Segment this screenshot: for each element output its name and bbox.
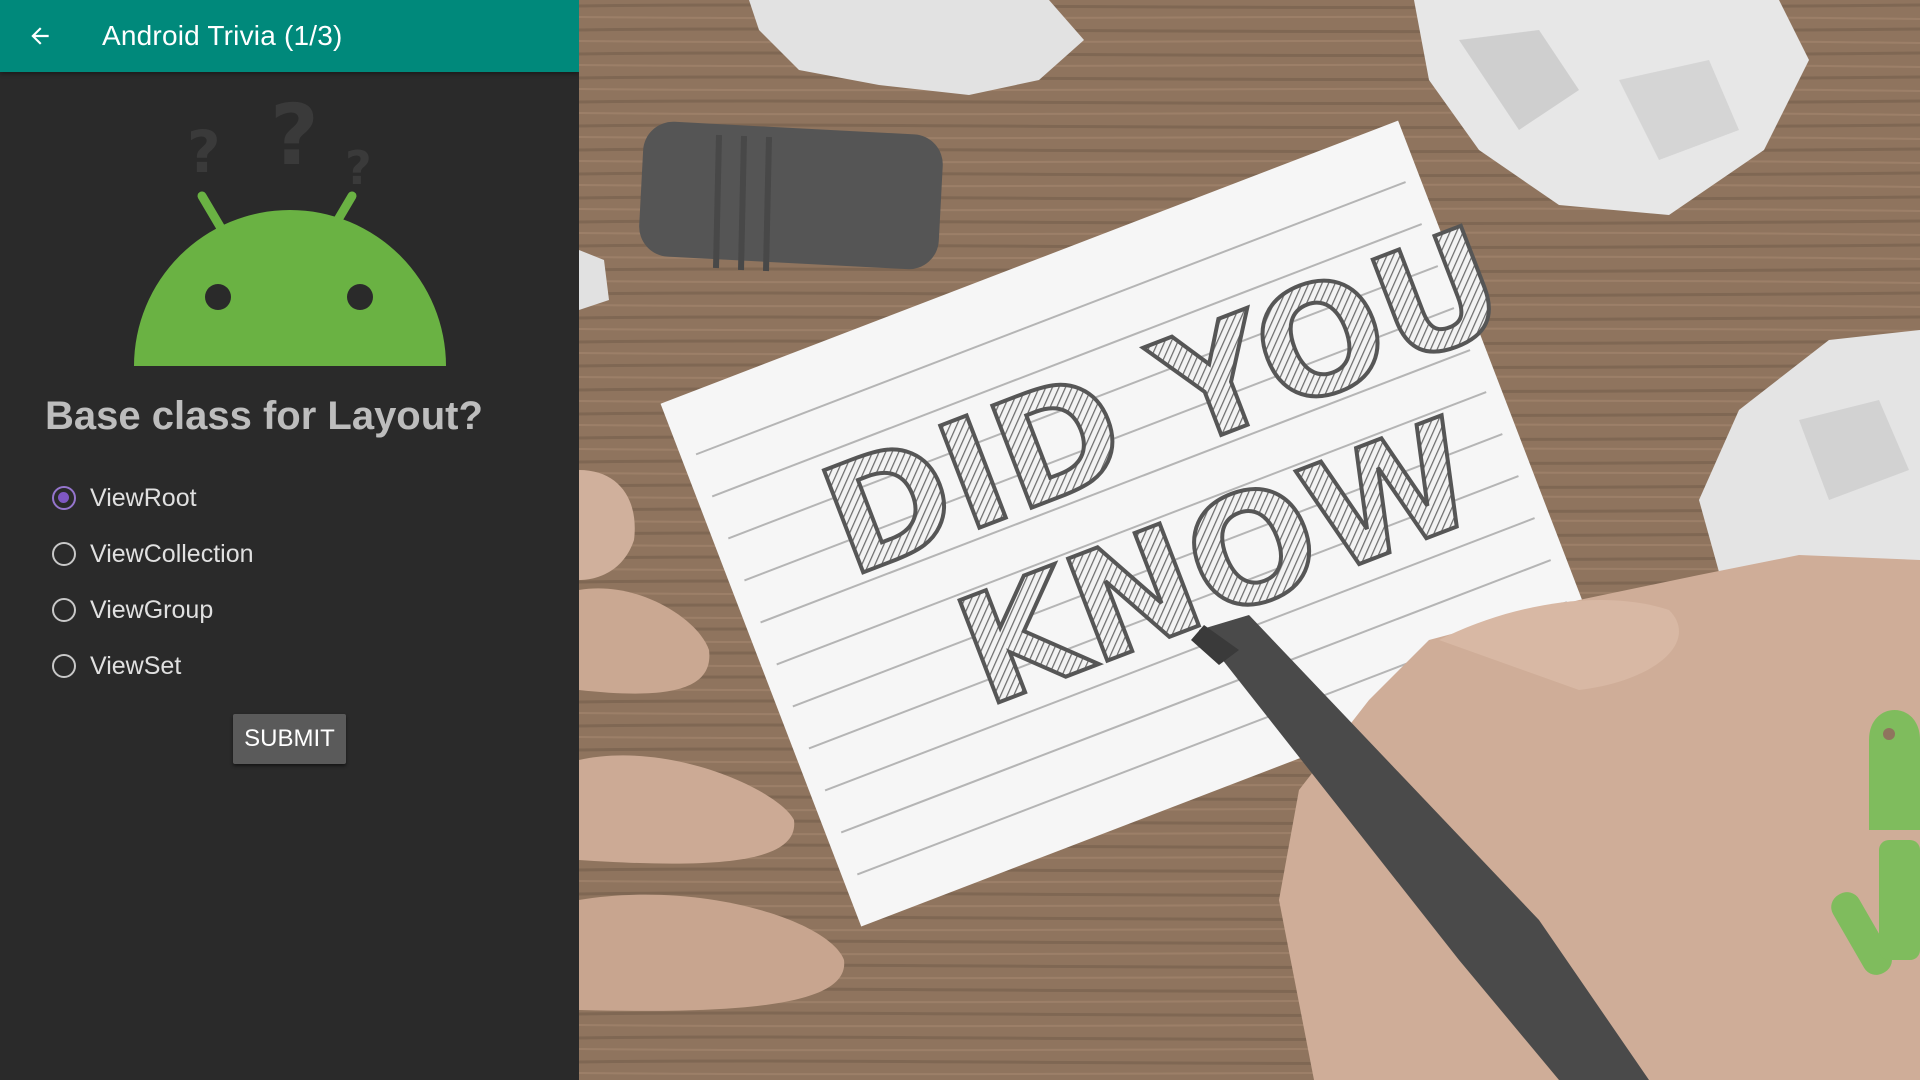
radio-button[interactable]: [52, 542, 76, 566]
android-thinking-icon: ? ? ?: [134, 92, 446, 366]
radio-button-checked[interactable]: [52, 486, 76, 510]
answer-option-label: ViewGroup: [90, 595, 214, 624]
answer-option-viewgroup[interactable]: ViewGroup: [52, 582, 254, 638]
app-bar: Android Trivia (1/3): [0, 0, 579, 72]
answer-option-label: ViewSet: [90, 651, 182, 680]
answer-option-label: ViewCollection: [90, 539, 254, 568]
answer-option-viewcollection[interactable]: ViewCollection: [52, 526, 254, 582]
app-title: Android Trivia (1/3): [102, 20, 343, 51]
did-you-know-photo: DID YOU KNOW: [579, 0, 1920, 1080]
svg-text:?: ?: [270, 92, 319, 184]
arrow-back-icon: [31, 27, 49, 45]
submit-button[interactable]: SUBMIT: [233, 714, 346, 764]
question-text: Base class for Layout?: [45, 394, 483, 438]
answer-radio-group: ViewRoot ViewCollection ViewGroup ViewSe…: [52, 470, 254, 694]
back-button[interactable]: [20, 16, 60, 56]
radio-button[interactable]: [52, 654, 76, 678]
radio-button[interactable]: [52, 598, 76, 622]
svg-text:?: ?: [345, 141, 372, 195]
answer-option-viewset[interactable]: ViewSet: [52, 638, 254, 694]
trivia-app-panel: Android Trivia (1/3) ? ? ? Base class fo…: [0, 0, 579, 1080]
answer-option-label: ViewRoot: [90, 483, 197, 512]
answer-option-viewroot[interactable]: ViewRoot: [52, 470, 254, 526]
svg-text:?: ?: [187, 118, 221, 186]
